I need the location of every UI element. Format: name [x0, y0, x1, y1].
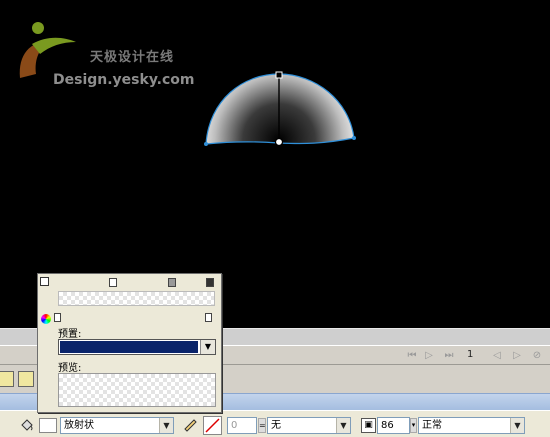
preview-label: 预览:	[58, 363, 82, 374]
layer-folder-icon[interactable]	[18, 371, 34, 387]
color-wheel-icon[interactable]	[41, 314, 51, 324]
stroke-style-select[interactable]: 无 ▼	[267, 417, 351, 434]
radial-gradient-shape[interactable]	[195, 60, 365, 155]
chevron-down-icon: ▼	[200, 340, 215, 354]
no-color-icon[interactable]	[203, 416, 222, 435]
fill-type-select[interactable]: 放射状 ▼	[60, 417, 174, 434]
stroke-width-value: 0	[231, 420, 238, 431]
opacity-field[interactable]: 86	[377, 417, 410, 434]
preset-label: 预置:	[58, 329, 82, 340]
fill-type-value: 放射状	[64, 420, 94, 431]
preset-select[interactable]: ▼	[58, 339, 216, 355]
gradient-size-handle[interactable]	[275, 71, 283, 79]
step-forward-icon[interactable]: ▷	[510, 349, 524, 363]
alpha-icon[interactable]: ▣	[361, 418, 376, 433]
stop-icon[interactable]: ⊘	[530, 349, 544, 363]
gradient-stop-marker[interactable]	[168, 278, 176, 287]
watermark-chinese: 天极设计在线	[90, 50, 175, 65]
preview-box	[58, 373, 216, 407]
opacity-stepper[interactable]: ▾	[410, 418, 417, 433]
properties-bar: 放射状 ▼ 0 = 无 ▼ ▣ 86 ▾ 正常 ▼	[0, 410, 550, 437]
stroke-style-value: 无	[271, 420, 281, 431]
close-icon[interactable]	[40, 277, 49, 286]
first-frame-icon[interactable]: ⏮	[405, 349, 419, 363]
watermark-logo: 天极设计在线 Design.yesky.com	[10, 14, 220, 88]
opacity-value: 86	[381, 420, 394, 431]
gradient-stop-marker[interactable]	[206, 278, 214, 287]
stroke-width-field[interactable]: 0	[227, 417, 257, 434]
fill-color-swatch[interactable]	[39, 418, 57, 433]
pencil-icon[interactable]	[180, 416, 199, 435]
gradient-stop-marker[interactable]	[109, 278, 117, 287]
anchor-point-left[interactable]	[204, 142, 208, 146]
lock-icon[interactable]	[54, 313, 61, 322]
blend-mode-select[interactable]: 正常 ▼	[418, 417, 525, 434]
paint-bucket-icon[interactable]	[17, 416, 36, 435]
lock-icon[interactable]	[205, 313, 212, 322]
gradient-editor-bar[interactable]	[58, 291, 215, 306]
chevron-down-icon: ▼	[336, 418, 350, 433]
gradient-center-handle[interactable]	[274, 137, 284, 147]
watermark-url: Design.yesky.com	[53, 72, 195, 88]
stroke-width-stepper[interactable]: =	[258, 418, 266, 433]
last-frame-icon[interactable]: ⏭	[442, 349, 456, 363]
preset-selected-swatch	[60, 341, 198, 353]
step-back-icon[interactable]: ◁	[490, 349, 504, 363]
blend-mode-value: 正常	[422, 420, 442, 431]
color-mixer-panel: 预置: ▼ 预览:	[37, 273, 222, 413]
chevron-down-icon: ▼	[159, 418, 173, 433]
anchor-point-right[interactable]	[352, 136, 356, 140]
layer-icon[interactable]	[0, 371, 14, 387]
chevron-down-icon: ▼	[510, 418, 524, 433]
play-icon[interactable]: ▷	[422, 349, 436, 363]
frame-number[interactable]: 1	[467, 349, 473, 360]
